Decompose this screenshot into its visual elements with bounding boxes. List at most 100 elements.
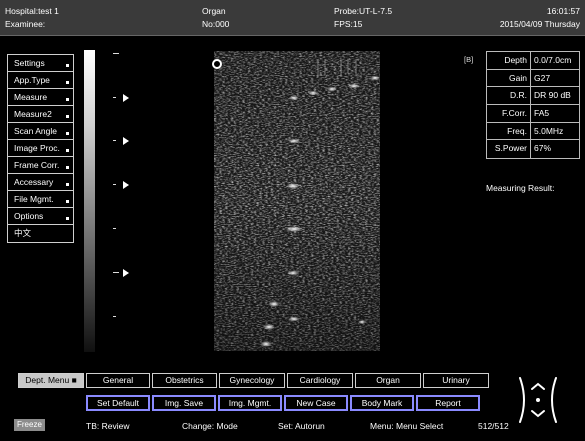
submenu-dot-icon bbox=[66, 183, 69, 186]
param-label: Gain bbox=[487, 69, 531, 87]
param-label: Depth bbox=[487, 52, 531, 69]
menu-item-measure2[interactable]: Measure2 bbox=[8, 106, 73, 123]
depth-tick bbox=[113, 316, 116, 317]
organ-number: No:000 bbox=[202, 19, 230, 29]
param-frequency: Freq. 5.0MHz bbox=[487, 122, 579, 141]
menu-item-frame-corr[interactable]: Frame Corr. bbox=[8, 157, 73, 174]
menu-item-label: Measure2 bbox=[14, 109, 52, 119]
menu-item-image-proc[interactable]: Image Proc. bbox=[8, 140, 73, 157]
param-label: F.Corr. bbox=[487, 105, 531, 122]
menu-item-options[interactable]: Options bbox=[8, 208, 73, 225]
report-button[interactable]: Report bbox=[416, 395, 480, 411]
tab-general[interactable]: General bbox=[86, 373, 150, 388]
depth-tick bbox=[113, 97, 116, 98]
menu-item-accessary[interactable]: Accessary bbox=[8, 174, 73, 191]
param-label: D.R. bbox=[487, 87, 531, 105]
param-value: DR 90 dB bbox=[534, 90, 571, 101]
depth-scale bbox=[106, 50, 136, 352]
clock-date: 2015/04/09 Thursday bbox=[499, 19, 580, 29]
submenu-dot-icon bbox=[66, 132, 69, 135]
param-value: G27 bbox=[534, 72, 551, 83]
organ-label: Organ bbox=[202, 6, 226, 16]
frame-counter: 512/512 bbox=[478, 421, 509, 431]
param-value: FA5 bbox=[534, 108, 550, 119]
menu-item-label: File Mgmt. bbox=[14, 194, 54, 204]
clock-time: 16:01:57 bbox=[546, 6, 580, 16]
set-default-button[interactable]: Set Default bbox=[86, 395, 150, 411]
body-mark-button[interactable]: Body Mark bbox=[350, 395, 414, 411]
ultrasound-speckle bbox=[214, 51, 380, 351]
side-menu: Settings App.Type Measure Measure2 Scan … bbox=[7, 54, 74, 243]
menu-item-label: App.Type bbox=[14, 75, 50, 85]
menu-item-settings[interactable]: Settings bbox=[8, 55, 73, 72]
param-depth: Depth 0.0/7.0cm bbox=[487, 52, 579, 70]
parameter-panel: Depth 0.0/7.0cm Gain G27 D.R. DR 90 dB F.Co… bbox=[486, 51, 580, 160]
param-value: 5.0MHz bbox=[534, 125, 564, 136]
grayscale-bar bbox=[84, 50, 95, 352]
param-gain: Gain G27 bbox=[487, 69, 579, 88]
menu-item-label: 中文 bbox=[14, 228, 32, 238]
depth-tick bbox=[113, 53, 119, 54]
function-buttons: Set Default Img. Save Img. Mgmt. New Cas… bbox=[86, 395, 482, 411]
hospital-label: Hospital:test 1 bbox=[5, 6, 59, 16]
tab-obstetrics[interactable]: Obstetrics bbox=[152, 373, 217, 388]
header-bar: Hospital:test 1 Examinee: Organ No:000 P… bbox=[0, 0, 585, 36]
focus-marker-icon[interactable] bbox=[123, 181, 129, 189]
depth-tick bbox=[113, 272, 119, 273]
menu-item-label: Image Proc. bbox=[14, 143, 60, 153]
examinee-label: Examinee: bbox=[5, 19, 46, 29]
menu-item-label: Frame Corr. bbox=[14, 160, 60, 170]
tab-cardiology[interactable]: Cardiology bbox=[287, 373, 353, 388]
param-label: S.Power bbox=[487, 140, 531, 159]
status-tb: TB: Review bbox=[86, 421, 130, 431]
tab-label: Dept. Menu bbox=[25, 375, 70, 385]
submenu-dot-icon bbox=[66, 166, 69, 169]
measuring-result-label: Measuring Result: bbox=[486, 183, 555, 193]
submenu-dot-icon bbox=[66, 200, 69, 203]
depth-tick bbox=[113, 184, 116, 185]
depth-tick bbox=[113, 228, 116, 229]
tab-dept-menu[interactable]: Dept. Menu ■ bbox=[18, 373, 84, 388]
tab-gynecology[interactable]: Gynecology bbox=[219, 373, 285, 388]
depth-tick bbox=[113, 140, 116, 141]
menu-item-language[interactable]: 中文 bbox=[8, 225, 73, 242]
status-set: Set: Autorun bbox=[278, 421, 325, 431]
menu-item-label: Measure bbox=[14, 92, 48, 102]
submenu-dot-icon bbox=[66, 98, 69, 101]
param-value: 67% bbox=[534, 143, 552, 154]
menu-item-file-mgmt[interactable]: File Mgmt. bbox=[8, 191, 73, 208]
ultrasound-image[interactable] bbox=[214, 51, 380, 351]
freeze-indicator[interactable]: Freeze bbox=[14, 419, 45, 431]
trackball-icon bbox=[519, 377, 557, 423]
probe-label: Probe:UT-L-7.5 bbox=[334, 6, 393, 16]
submenu-dot-icon bbox=[66, 81, 69, 84]
status-menu: Menu: Menu Select bbox=[370, 421, 444, 431]
param-value: 0.0/7.0cm bbox=[534, 55, 572, 65]
tab-organ[interactable]: Organ bbox=[355, 373, 421, 388]
menu-item-measure[interactable]: Measure bbox=[8, 89, 73, 106]
tab-urinary[interactable]: Urinary bbox=[423, 373, 489, 388]
new-case-button[interactable]: New Case bbox=[284, 395, 348, 411]
mode-tag: [B] bbox=[464, 55, 474, 64]
tab-indicator-icon: ■ bbox=[71, 375, 77, 385]
menu-item-label: Scan Angle bbox=[14, 126, 58, 136]
submenu-dot-icon bbox=[66, 149, 69, 152]
menu-item-label: Accessary bbox=[14, 177, 54, 187]
fps-label: FPS:15 bbox=[334, 19, 363, 29]
focus-marker-icon[interactable] bbox=[123, 137, 129, 145]
param-dynamic-range: D.R. DR 90 dB bbox=[487, 87, 579, 106]
image-management-button[interactable]: Img. Mgmt. bbox=[218, 395, 282, 411]
param-label: Freq. bbox=[487, 122, 531, 140]
image-save-button[interactable]: Img. Save bbox=[152, 395, 216, 411]
department-tabs: Dept. Menu ■ General Obstetrics Gynecolo… bbox=[18, 373, 491, 388]
menu-item-scan-angle[interactable]: Scan Angle bbox=[8, 123, 73, 140]
submenu-dot-icon bbox=[66, 217, 69, 220]
status-change: Change: Mode bbox=[182, 421, 238, 431]
focus-marker-icon[interactable] bbox=[123, 94, 129, 102]
menu-item-label: Options bbox=[14, 211, 44, 221]
param-frame-corr: F.Corr. FA5 bbox=[487, 105, 579, 123]
menu-item-app-type[interactable]: App.Type bbox=[8, 72, 73, 89]
focus-marker-icon[interactable] bbox=[123, 269, 129, 277]
param-sound-power: S.Power 67% bbox=[487, 140, 579, 159]
focus-ring-icon[interactable] bbox=[212, 59, 222, 69]
